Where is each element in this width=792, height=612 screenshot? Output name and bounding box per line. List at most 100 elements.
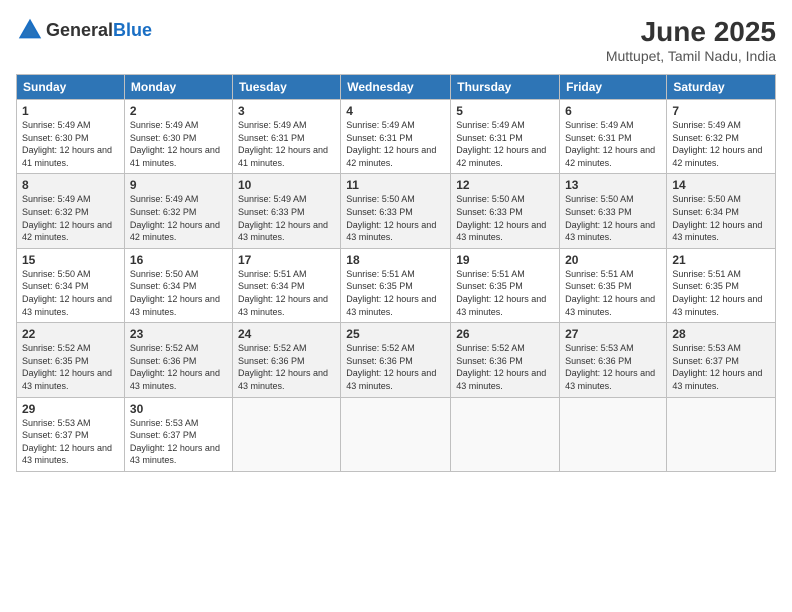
table-row: 27Sunrise: 5:53 AMSunset: 6:36 PMDayligh… bbox=[560, 323, 667, 397]
day-info: Sunrise: 5:50 AMSunset: 6:33 PMDaylight:… bbox=[565, 193, 661, 243]
calendar-week-2: 8Sunrise: 5:49 AMSunset: 6:32 PMDaylight… bbox=[17, 174, 776, 248]
day-info: Sunrise: 5:49 AMSunset: 6:30 PMDaylight:… bbox=[130, 119, 227, 169]
table-row: 18Sunrise: 5:51 AMSunset: 6:35 PMDayligh… bbox=[341, 248, 451, 322]
table-row: 11Sunrise: 5:50 AMSunset: 6:33 PMDayligh… bbox=[341, 174, 451, 248]
page: GeneralBlue June 2025 Muttupet, Tamil Na… bbox=[0, 0, 792, 612]
table-row: 12Sunrise: 5:50 AMSunset: 6:33 PMDayligh… bbox=[451, 174, 560, 248]
logo-icon bbox=[16, 16, 44, 44]
table-row bbox=[232, 397, 340, 471]
header: GeneralBlue June 2025 Muttupet, Tamil Na… bbox=[16, 16, 776, 64]
table-row: 13Sunrise: 5:50 AMSunset: 6:33 PMDayligh… bbox=[560, 174, 667, 248]
day-info: Sunrise: 5:52 AMSunset: 6:36 PMDaylight:… bbox=[238, 342, 335, 392]
table-row: 5Sunrise: 5:49 AMSunset: 6:31 PMDaylight… bbox=[451, 100, 560, 174]
col-thursday: Thursday bbox=[451, 75, 560, 100]
day-number: 24 bbox=[238, 327, 335, 341]
day-info: Sunrise: 5:51 AMSunset: 6:34 PMDaylight:… bbox=[238, 268, 335, 318]
table-row: 25Sunrise: 5:52 AMSunset: 6:36 PMDayligh… bbox=[341, 323, 451, 397]
calendar-week-4: 22Sunrise: 5:52 AMSunset: 6:35 PMDayligh… bbox=[17, 323, 776, 397]
day-number: 17 bbox=[238, 253, 335, 267]
day-info: Sunrise: 5:53 AMSunset: 6:36 PMDaylight:… bbox=[565, 342, 661, 392]
day-info: Sunrise: 5:50 AMSunset: 6:34 PMDaylight:… bbox=[22, 268, 119, 318]
day-number: 9 bbox=[130, 178, 227, 192]
title-block: June 2025 Muttupet, Tamil Nadu, India bbox=[606, 16, 776, 64]
day-number: 27 bbox=[565, 327, 661, 341]
table-row: 19Sunrise: 5:51 AMSunset: 6:35 PMDayligh… bbox=[451, 248, 560, 322]
day-number: 1 bbox=[22, 104, 119, 118]
logo-blue: Blue bbox=[113, 20, 152, 40]
month-title: June 2025 bbox=[606, 16, 776, 48]
table-row: 10Sunrise: 5:49 AMSunset: 6:33 PMDayligh… bbox=[232, 174, 340, 248]
day-info: Sunrise: 5:49 AMSunset: 6:32 PMDaylight:… bbox=[672, 119, 770, 169]
day-info: Sunrise: 5:50 AMSunset: 6:34 PMDaylight:… bbox=[130, 268, 227, 318]
table-row: 28Sunrise: 5:53 AMSunset: 6:37 PMDayligh… bbox=[667, 323, 776, 397]
day-number: 10 bbox=[238, 178, 335, 192]
day-info: Sunrise: 5:49 AMSunset: 6:32 PMDaylight:… bbox=[130, 193, 227, 243]
day-info: Sunrise: 5:53 AMSunset: 6:37 PMDaylight:… bbox=[22, 417, 119, 467]
day-number: 19 bbox=[456, 253, 554, 267]
day-number: 4 bbox=[346, 104, 445, 118]
table-row: 2Sunrise: 5:49 AMSunset: 6:30 PMDaylight… bbox=[124, 100, 232, 174]
day-number: 29 bbox=[22, 402, 119, 416]
table-row: 1Sunrise: 5:49 AMSunset: 6:30 PMDaylight… bbox=[17, 100, 125, 174]
day-info: Sunrise: 5:49 AMSunset: 6:31 PMDaylight:… bbox=[346, 119, 445, 169]
location: Muttupet, Tamil Nadu, India bbox=[606, 48, 776, 64]
day-number: 16 bbox=[130, 253, 227, 267]
table-row: 21Sunrise: 5:51 AMSunset: 6:35 PMDayligh… bbox=[667, 248, 776, 322]
day-number: 6 bbox=[565, 104, 661, 118]
day-number: 8 bbox=[22, 178, 119, 192]
day-number: 11 bbox=[346, 178, 445, 192]
table-row: 3Sunrise: 5:49 AMSunset: 6:31 PMDaylight… bbox=[232, 100, 340, 174]
table-row: 22Sunrise: 5:52 AMSunset: 6:35 PMDayligh… bbox=[17, 323, 125, 397]
col-monday: Monday bbox=[124, 75, 232, 100]
day-info: Sunrise: 5:49 AMSunset: 6:31 PMDaylight:… bbox=[238, 119, 335, 169]
day-info: Sunrise: 5:51 AMSunset: 6:35 PMDaylight:… bbox=[456, 268, 554, 318]
day-info: Sunrise: 5:53 AMSunset: 6:37 PMDaylight:… bbox=[130, 417, 227, 467]
table-row: 17Sunrise: 5:51 AMSunset: 6:34 PMDayligh… bbox=[232, 248, 340, 322]
day-number: 13 bbox=[565, 178, 661, 192]
table-row bbox=[667, 397, 776, 471]
day-number: 26 bbox=[456, 327, 554, 341]
day-number: 18 bbox=[346, 253, 445, 267]
day-number: 12 bbox=[456, 178, 554, 192]
table-row: 7Sunrise: 5:49 AMSunset: 6:32 PMDaylight… bbox=[667, 100, 776, 174]
table-row: 16Sunrise: 5:50 AMSunset: 6:34 PMDayligh… bbox=[124, 248, 232, 322]
col-tuesday: Tuesday bbox=[232, 75, 340, 100]
day-info: Sunrise: 5:50 AMSunset: 6:34 PMDaylight:… bbox=[672, 193, 770, 243]
table-row: 9Sunrise: 5:49 AMSunset: 6:32 PMDaylight… bbox=[124, 174, 232, 248]
table-row: 26Sunrise: 5:52 AMSunset: 6:36 PMDayligh… bbox=[451, 323, 560, 397]
day-number: 5 bbox=[456, 104, 554, 118]
day-info: Sunrise: 5:50 AMSunset: 6:33 PMDaylight:… bbox=[346, 193, 445, 243]
day-info: Sunrise: 5:52 AMSunset: 6:35 PMDaylight:… bbox=[22, 342, 119, 392]
logo: GeneralBlue bbox=[16, 16, 152, 44]
calendar-header: Sunday Monday Tuesday Wednesday Thursday… bbox=[17, 75, 776, 100]
day-number: 28 bbox=[672, 327, 770, 341]
calendar-week-5: 29Sunrise: 5:53 AMSunset: 6:37 PMDayligh… bbox=[17, 397, 776, 471]
col-friday: Friday bbox=[560, 75, 667, 100]
table-row bbox=[341, 397, 451, 471]
header-row: Sunday Monday Tuesday Wednesday Thursday… bbox=[17, 75, 776, 100]
day-info: Sunrise: 5:52 AMSunset: 6:36 PMDaylight:… bbox=[130, 342, 227, 392]
day-number: 3 bbox=[238, 104, 335, 118]
day-number: 20 bbox=[565, 253, 661, 267]
day-info: Sunrise: 5:49 AMSunset: 6:30 PMDaylight:… bbox=[22, 119, 119, 169]
logo-text: GeneralBlue bbox=[46, 20, 152, 41]
calendar-week-1: 1Sunrise: 5:49 AMSunset: 6:30 PMDaylight… bbox=[17, 100, 776, 174]
table-row: 14Sunrise: 5:50 AMSunset: 6:34 PMDayligh… bbox=[667, 174, 776, 248]
day-info: Sunrise: 5:49 AMSunset: 6:32 PMDaylight:… bbox=[22, 193, 119, 243]
day-number: 23 bbox=[130, 327, 227, 341]
day-info: Sunrise: 5:51 AMSunset: 6:35 PMDaylight:… bbox=[565, 268, 661, 318]
day-info: Sunrise: 5:51 AMSunset: 6:35 PMDaylight:… bbox=[346, 268, 445, 318]
day-info: Sunrise: 5:53 AMSunset: 6:37 PMDaylight:… bbox=[672, 342, 770, 392]
day-number: 25 bbox=[346, 327, 445, 341]
day-info: Sunrise: 5:50 AMSunset: 6:33 PMDaylight:… bbox=[456, 193, 554, 243]
table-row: 8Sunrise: 5:49 AMSunset: 6:32 PMDaylight… bbox=[17, 174, 125, 248]
day-number: 2 bbox=[130, 104, 227, 118]
day-info: Sunrise: 5:52 AMSunset: 6:36 PMDaylight:… bbox=[456, 342, 554, 392]
calendar-week-3: 15Sunrise: 5:50 AMSunset: 6:34 PMDayligh… bbox=[17, 248, 776, 322]
col-saturday: Saturday bbox=[667, 75, 776, 100]
day-info: Sunrise: 5:49 AMSunset: 6:31 PMDaylight:… bbox=[565, 119, 661, 169]
day-info: Sunrise: 5:49 AMSunset: 6:33 PMDaylight:… bbox=[238, 193, 335, 243]
day-info: Sunrise: 5:49 AMSunset: 6:31 PMDaylight:… bbox=[456, 119, 554, 169]
day-number: 7 bbox=[672, 104, 770, 118]
table-row: 24Sunrise: 5:52 AMSunset: 6:36 PMDayligh… bbox=[232, 323, 340, 397]
